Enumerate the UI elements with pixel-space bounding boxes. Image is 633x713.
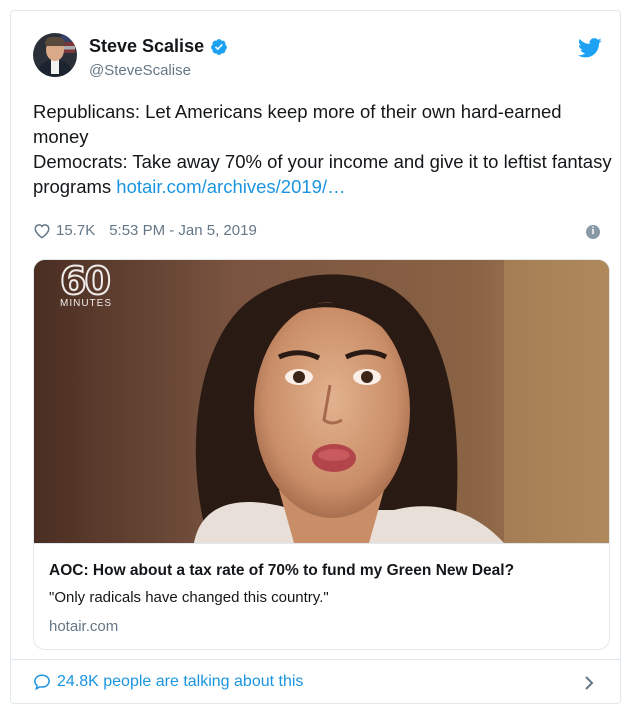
verified-badge-icon [211, 38, 227, 55]
conversation-text: 24.8K people are talking about this [57, 673, 304, 690]
conversation-link[interactable]: 24.8K people are talking about this [33, 673, 303, 691]
speech-bubble-icon [34, 674, 50, 691]
tweet-link[interactable]: hotair.com/archives/2019/… [116, 176, 345, 197]
like-count[interactable]: 15.7K [56, 222, 95, 239]
author-display-name[interactable]: Steve Scalise [89, 36, 204, 57]
card-body: AOC: How about a tax rate of 70% to fund… [34, 543, 609, 649]
author-handle[interactable]: @SteveScalise [89, 62, 191, 79]
card-title: AOC: How about a tax rate of 70% to fund… [49, 562, 515, 579]
link-card[interactable]: 60 MINUTES AOC: How about a tax rate of … [33, 259, 610, 650]
twitter-bird-icon[interactable] [578, 38, 602, 58]
heart-icon[interactable] [33, 222, 51, 239]
card-description: "Only radicals have changed this country… [49, 589, 329, 606]
tweet-text: Republicans: Let Americans keep more of … [33, 99, 618, 199]
card-photo-illustration [34, 260, 609, 543]
chevron-right-icon[interactable] [583, 675, 595, 691]
card-image: 60 MINUTES [34, 260, 609, 543]
avatar[interactable] [33, 33, 77, 77]
sixty-minutes-logo-number: 60 [59, 260, 112, 303]
tweet-timestamp[interactable]: 5:53 PM - Jan 5, 2019 [109, 222, 257, 239]
tweet-embed: Steve Scalise @SteveScalise Republicans:… [10, 10, 621, 704]
author-name-row: Steve Scalise [89, 36, 228, 57]
tweet-text-line-1: Republicans: Let Americans keep more of … [33, 101, 562, 147]
footer-divider [11, 659, 620, 660]
card-domain: hotair.com [49, 618, 119, 635]
tweet-text-line-2: Democrats: Take away 70% of your income … [33, 151, 612, 197]
info-icon[interactable]: i [586, 225, 600, 239]
tweet-meta: 15.7K 5:53 PM - Jan 5, 2019 [33, 222, 257, 239]
sixty-minutes-logo: 60 MINUTES [59, 260, 112, 309]
sixty-minutes-logo-word: MINUTES [60, 298, 112, 309]
